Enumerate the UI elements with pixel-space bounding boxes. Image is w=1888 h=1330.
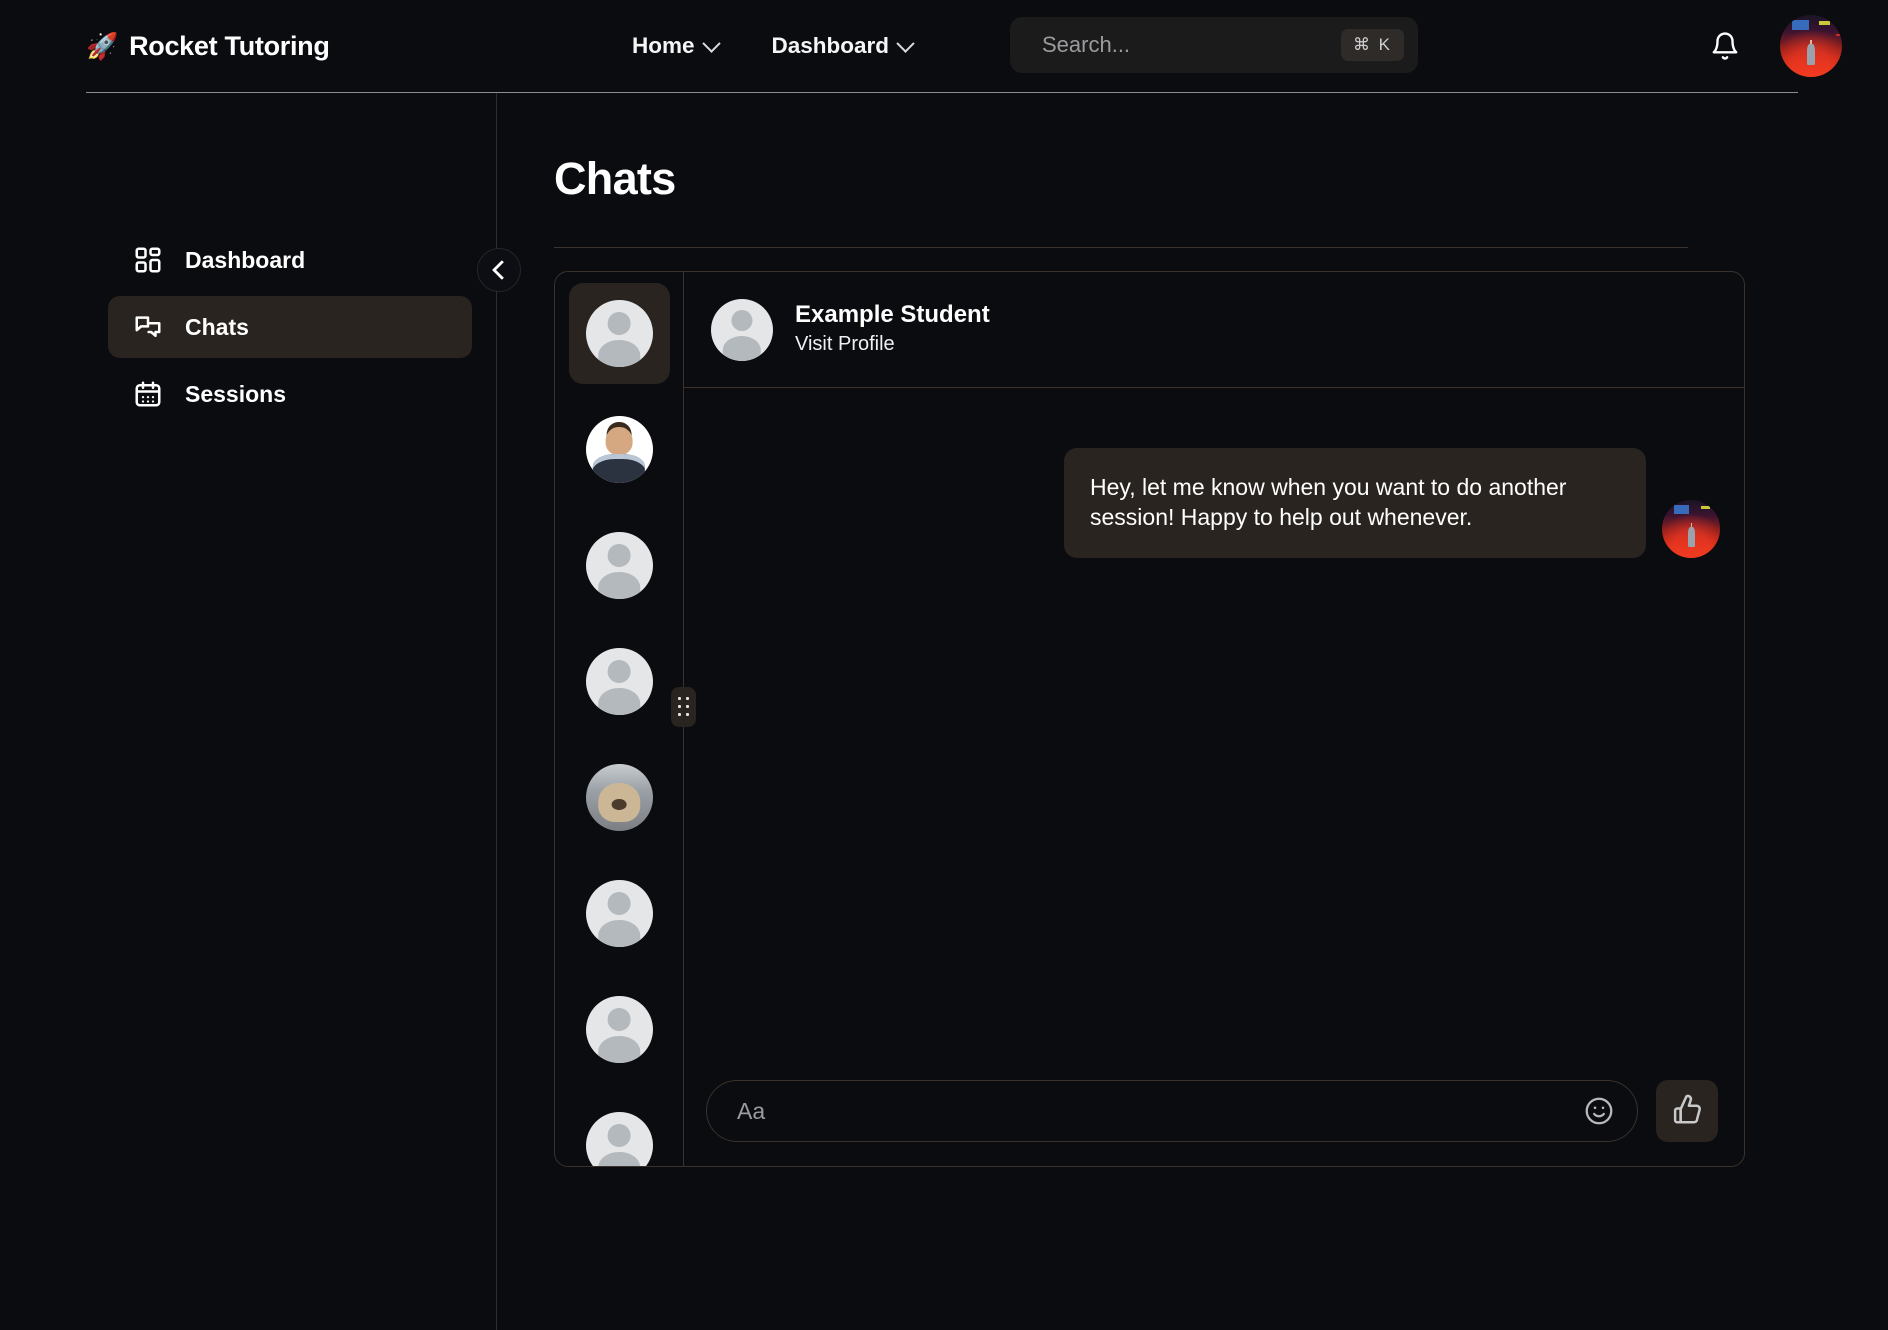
list-item[interactable] [569, 1095, 670, 1167]
list-item[interactable] [569, 979, 670, 1080]
smiley-icon[interactable] [1583, 1095, 1615, 1127]
list-item[interactable] [569, 631, 670, 732]
message-input[interactable]: Aa [706, 1080, 1638, 1142]
primary-nav-links: Home Dashboard [632, 33, 912, 59]
conversation-avatar [586, 532, 653, 599]
chevron-down-icon [896, 34, 914, 52]
conversation-avatar [586, 880, 653, 947]
list-item[interactable] [569, 515, 670, 616]
nav-item-dashboard[interactable]: Dashboard [772, 33, 913, 59]
conversation-avatar [586, 648, 653, 715]
search-placeholder: Search... [1042, 32, 1341, 58]
conversation-avatar [586, 300, 653, 367]
message-row: Hey, let me know when you want to do ano… [1064, 448, 1720, 558]
grid-icon [133, 245, 163, 275]
sidebar-item-dashboard-label: Dashboard [185, 247, 305, 274]
chat-bubbles-icon [133, 312, 163, 342]
message-composer: Aa [684, 1056, 1744, 1166]
sidebar-collapse-button[interactable] [477, 248, 521, 292]
contact-name: Example Student [795, 300, 990, 330]
conversation-pane: Example Student Visit Profile Hey, let m… [684, 272, 1744, 1166]
conversation-avatar [586, 996, 653, 1063]
contact-avatar [711, 299, 773, 361]
sidebar-item-chats-label: Chats [185, 314, 249, 341]
bell-icon[interactable] [1710, 30, 1740, 62]
conversation-list [555, 272, 684, 1166]
header-actions [1710, 15, 1842, 77]
nav-item-home-label: Home [632, 33, 695, 59]
contact-info: Example Student Visit Profile [795, 300, 990, 359]
list-item[interactable] [569, 399, 670, 500]
drag-dots-icon[interactable] [671, 687, 696, 727]
user-avatar-photo [1662, 500, 1720, 558]
thumbs-up-icon [1671, 1092, 1704, 1130]
conversation-avatar [586, 764, 653, 831]
message-input-placeholder: Aa [737, 1098, 1583, 1125]
conversation-header: Example Student Visit Profile [684, 272, 1744, 388]
send-like-button[interactable] [1656, 1080, 1718, 1142]
page-title-divider [554, 247, 1688, 248]
main-content: Chats [497, 93, 1888, 1330]
rocket-icon: 🚀 [86, 33, 118, 59]
search-shortcut-badge: ⌘ K [1341, 29, 1404, 61]
brand-name: Rocket Tutoring [129, 31, 330, 62]
sidebar-item-dashboard[interactable]: Dashboard [108, 229, 472, 291]
visit-profile-link[interactable]: Visit Profile [795, 330, 990, 359]
sidebar-item-sessions[interactable]: Sessions [108, 363, 472, 425]
message-bubble: Hey, let me know when you want to do ano… [1064, 448, 1646, 558]
user-avatar-photo [1780, 15, 1842, 77]
list-item[interactable] [569, 863, 670, 964]
sidebar-item-sessions-label: Sessions [185, 381, 286, 408]
list-item[interactable] [569, 747, 670, 848]
conversation-avatar [586, 416, 653, 483]
nav-item-dashboard-label: Dashboard [772, 33, 890, 59]
calendar-icon [133, 379, 163, 409]
chat-panel: Example Student Visit Profile Hey, let m… [554, 271, 1745, 1167]
top-navigation-bar: 🚀 Rocket Tutoring Home Dashboard Search.… [0, 0, 1888, 92]
search-input[interactable]: Search... ⌘ K [1010, 17, 1418, 73]
page-title: Chats [554, 153, 676, 205]
conversation-avatar [586, 1112, 653, 1167]
sidebar-item-chats[interactable]: Chats [108, 296, 472, 358]
message-sender-avatar [1662, 500, 1720, 558]
sidebar: Dashboard Chats Sessions [0, 93, 496, 1330]
chevron-down-icon [702, 34, 720, 52]
list-item[interactable] [569, 283, 670, 384]
chevron-left-icon [492, 260, 512, 280]
brand-logo[interactable]: 🚀 Rocket Tutoring [86, 31, 330, 62]
avatar[interactable] [1780, 15, 1842, 77]
nav-item-home[interactable]: Home [632, 33, 718, 59]
message-list: Hey, let me know when you want to do ano… [684, 388, 1744, 1056]
